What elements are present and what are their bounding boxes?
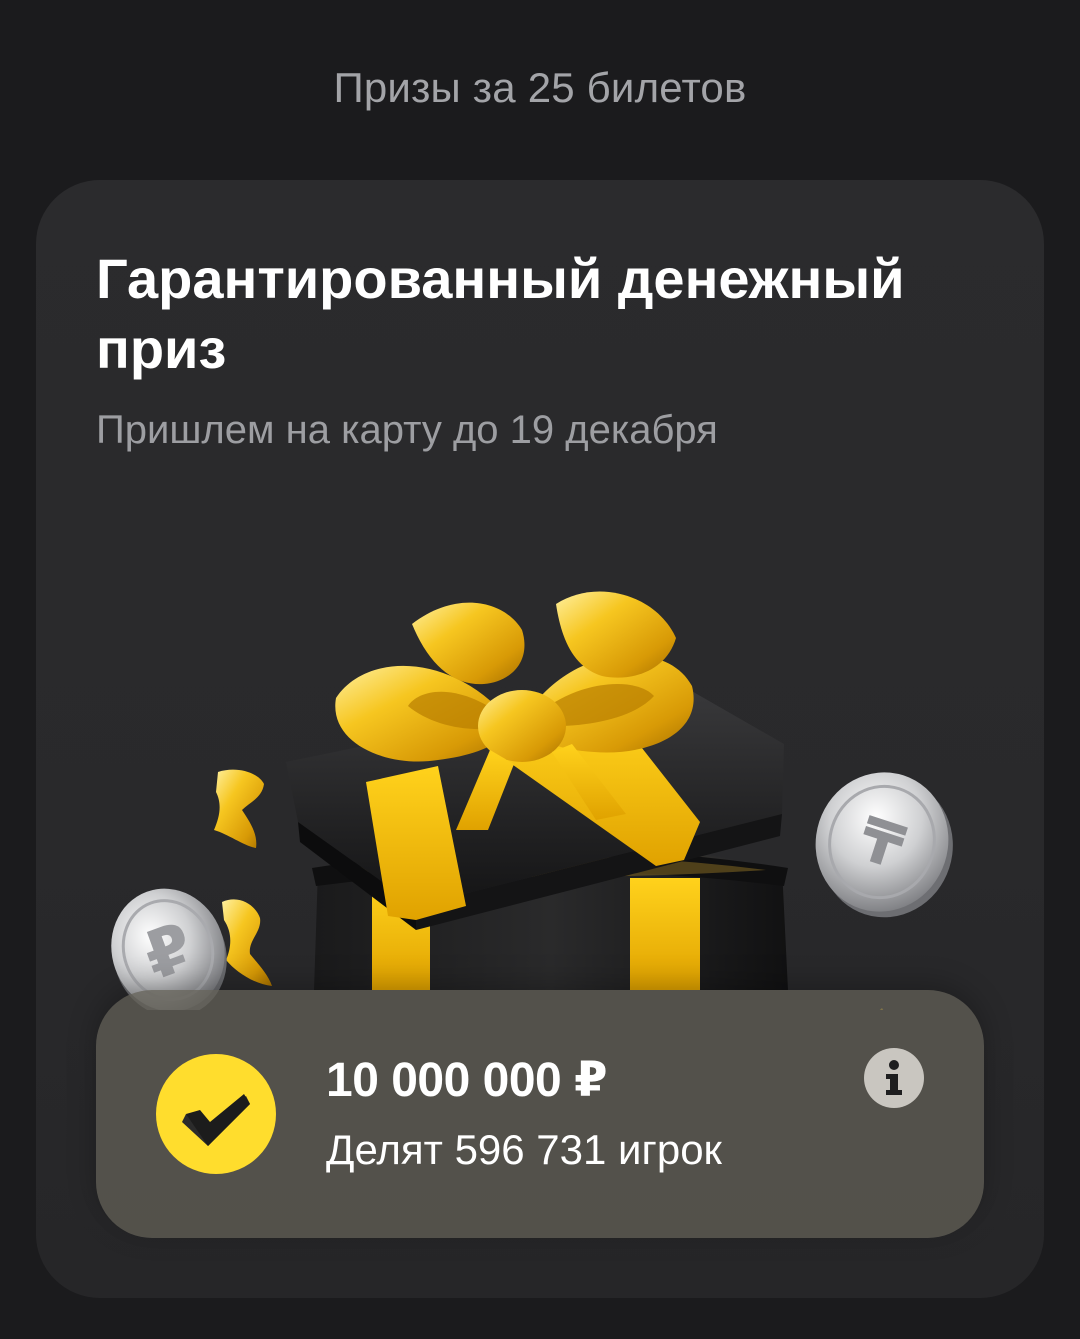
info-icon (886, 1060, 902, 1095)
prize-card[interactable]: Гарантированный денежный приз Пришлем на… (36, 180, 1044, 1298)
info-button[interactable] (864, 1048, 924, 1108)
gift-box-icon (286, 591, 788, 990)
check-badge (156, 1054, 276, 1174)
prize-amount: 10 000 000 ₽ (326, 1054, 607, 1107)
page-title: Призы за 25 билетов (333, 64, 747, 111)
check-icon (182, 1094, 250, 1146)
prize-players-count: Делят 596 731 игрок (326, 1126, 722, 1173)
t-coin-icon: ₸ (815, 772, 953, 918)
card-title: Гарантированный денежный приз (96, 247, 905, 380)
gift-illustration: ₽ ₸ (111, 591, 953, 1010)
prize-panel[interactable]: 10 000 000 ₽ Делят 596 731 игрок (96, 990, 984, 1238)
card-subtitle: Пришлем на карту до 19 декабря (96, 408, 718, 452)
prizes-screen: Призы за 25 билетов Гарантированный дене… (0, 0, 1080, 1339)
